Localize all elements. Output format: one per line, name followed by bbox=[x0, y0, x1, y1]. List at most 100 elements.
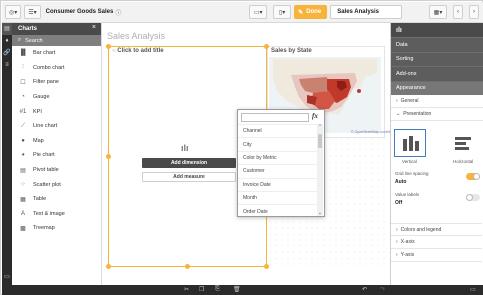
section-y-axis[interactable]: › Y-axis bbox=[391, 249, 482, 262]
chart-type-item[interactable]: ◔ Gauge bbox=[12, 90, 101, 105]
chart-type-item[interactable]: ⟋ Line chart bbox=[12, 119, 101, 134]
gridline-toggle[interactable] bbox=[466, 173, 480, 180]
dimension-option[interactable]: City bbox=[238, 137, 318, 150]
resize-handle[interactable] bbox=[106, 44, 111, 49]
bar-chart-icon: ılı bbox=[396, 26, 402, 34]
previous-sheet-button[interactable]: ‹ bbox=[453, 5, 463, 19]
chart-type-item[interactable]: #1 KPI bbox=[12, 104, 101, 119]
resize-handle[interactable] bbox=[106, 264, 111, 269]
cut-icon[interactable]: ✂ bbox=[184, 286, 189, 293]
app-title[interactable]: Consumer Goods Sales bbox=[46, 9, 114, 15]
sheet-thumbnails-button[interactable]: ▦ ▾ bbox=[429, 5, 447, 19]
info-icon[interactable]: ⓘ bbox=[115, 8, 121, 17]
chevron-down-icon: ▾ bbox=[439, 9, 443, 16]
treemap-icon: ▩ bbox=[20, 225, 26, 232]
dimension-option[interactable]: Invoice Date bbox=[238, 177, 318, 191]
monitor-button[interactable]: ▭ ▾ bbox=[249, 5, 268, 19]
chart-type-item[interactable]: ⫶ Combo chart bbox=[12, 61, 101, 76]
dimension-option[interactable]: Color by Metric bbox=[238, 150, 318, 164]
dropdown-scrollbar[interactable]: ⌃ ⌄ bbox=[317, 124, 323, 216]
pivot-table-icon: ▤ bbox=[20, 167, 26, 174]
chart-type-item[interactable]: ☐ Filter pane bbox=[12, 75, 101, 90]
add-dimension-button[interactable]: Add dimension bbox=[142, 158, 236, 168]
chart-type-item[interactable]: A Text & image bbox=[12, 207, 101, 222]
chart-type-list: ▐▌ Bar chart ⫶ Combo chart ☐ Filter pane ◔ Gaug… bbox=[12, 46, 101, 236]
dimension-option[interactable]: Month bbox=[238, 190, 318, 204]
bottom-toolbar: ✂ ❐ ⎘ 🗑 ↶ ↷ ▭ bbox=[12, 285, 483, 295]
orientation-horizontal-label: Horizontal bbox=[453, 159, 474, 164]
map-icon: ● bbox=[21, 137, 25, 144]
close-icon[interactable]: × bbox=[92, 24, 96, 31]
copy-icon[interactable]: ❐ bbox=[199, 286, 204, 293]
dimension-option[interactable]: Customer bbox=[238, 164, 318, 177]
chart-type-item[interactable]: ▐▌ Bar chart bbox=[12, 46, 101, 61]
next-sheet-button[interactable]: › bbox=[469, 5, 479, 19]
chart-type-label: Text & image bbox=[33, 210, 65, 217]
sheet-title[interactable]: Sales Analysis bbox=[107, 31, 165, 41]
paste-icon[interactable]: ⎘ bbox=[215, 286, 220, 293]
chart-type-item[interactable]: ▤ Pivot table bbox=[12, 163, 101, 178]
global-menu-button[interactable]: ☰ ▾ bbox=[24, 5, 41, 19]
navigation-menu-button[interactable]: ◎ ▾ bbox=[5, 5, 22, 19]
resize-handle[interactable] bbox=[264, 264, 269, 269]
done-button[interactable]: ✎ Done bbox=[294, 5, 328, 19]
scrollbar-thumb[interactable] bbox=[318, 134, 322, 148]
value-labels-toggle[interactable] bbox=[466, 194, 480, 201]
toggle-knob bbox=[466, 194, 473, 201]
section-x-axis[interactable]: › X-axis bbox=[391, 236, 482, 249]
resize-handle[interactable] bbox=[106, 154, 111, 159]
chart-type-item[interactable]: ▩ Treemap bbox=[12, 221, 101, 236]
properties-header: ılı bbox=[391, 23, 483, 37]
toggle-rail-icon[interactable]: ▭ bbox=[2, 271, 12, 283]
chart-type-label: Bar chart bbox=[33, 50, 56, 57]
kpi-icon: #1 bbox=[19, 108, 27, 115]
orientation-horizontal-button[interactable] bbox=[449, 129, 481, 157]
chevron-down-icon[interactable]: ⌄ bbox=[317, 210, 323, 216]
tab-sorting[interactable]: Sorting bbox=[391, 51, 483, 66]
tab-data[interactable]: Data bbox=[391, 37, 483, 52]
chart-type-item[interactable]: ⁘ Scatter plot bbox=[12, 177, 101, 192]
resize-handle[interactable] bbox=[185, 264, 190, 269]
database-rail-icon[interactable]: ≡ bbox=[2, 59, 12, 71]
line-chart-icon: ⟋ bbox=[20, 122, 26, 129]
chevron-down-icon: ▾ bbox=[259, 9, 263, 16]
sheet-name-field[interactable]: Sales Analysis bbox=[330, 5, 402, 19]
charts-rail-icon[interactable]: ▤ bbox=[2, 23, 12, 35]
section-presentation[interactable]: ⌄ Presentation bbox=[391, 108, 483, 121]
chevron-up-icon[interactable]: ⌃ bbox=[317, 124, 323, 130]
tab-appearance[interactable]: Appearance bbox=[391, 80, 483, 95]
gridline-value[interactable]: Auto bbox=[395, 179, 406, 185]
resize-handle[interactable] bbox=[264, 44, 269, 49]
search-placeholder: Search bbox=[25, 37, 43, 44]
chart-type-label: KPI bbox=[33, 108, 42, 115]
fields-rail-icon[interactable]: ♦ bbox=[2, 35, 12, 47]
section-colors-legend[interactable]: › Colors and legend bbox=[391, 223, 482, 236]
undo-icon[interactable]: ↶ bbox=[362, 286, 367, 293]
expression-editor-button[interactable]: fx bbox=[312, 112, 318, 120]
section-colors-legend-label: Colors and legend bbox=[400, 226, 442, 233]
chevron-right-icon: › bbox=[473, 9, 475, 15]
section-presentation-label: Presentation bbox=[403, 111, 432, 117]
dimension-option[interactable]: Order Date bbox=[238, 204, 318, 217]
tab-add-ons[interactable]: Add-ons bbox=[391, 66, 483, 81]
bar-chart-icon: ılı bbox=[181, 143, 189, 153]
chart-title-placeholder[interactable]: ○ Click to add title bbox=[112, 48, 164, 54]
charts-panel-header: Charts × bbox=[12, 23, 101, 35]
dimension-search-input[interactable] bbox=[241, 113, 309, 122]
value-labels-value[interactable]: Off bbox=[395, 200, 402, 206]
chart-type-item[interactable]: ◕ Pie chart bbox=[12, 148, 101, 163]
add-measure-button[interactable]: Add measure bbox=[142, 172, 236, 182]
chart-type-item[interactable]: ● Map bbox=[12, 134, 101, 149]
chevron-down-icon: ▾ bbox=[282, 9, 286, 16]
dimension-option[interactable]: Channel bbox=[238, 124, 318, 137]
delete-icon[interactable]: 🗑 bbox=[233, 286, 241, 293]
section-y-axis-label: Y-axis bbox=[400, 252, 415, 258]
device-button[interactable]: ▯ ▾ bbox=[273, 5, 292, 19]
section-general[interactable]: › General bbox=[391, 95, 483, 108]
orientation-vertical-button[interactable] bbox=[394, 129, 426, 157]
chart-search-input[interactable]: ⌕ Search bbox=[12, 35, 101, 46]
redo-icon[interactable]: ↷ bbox=[380, 286, 385, 293]
master-items-rail-icon[interactable]: 🔗 bbox=[2, 47, 12, 59]
chart-type-item[interactable]: ▦ Table bbox=[12, 192, 101, 207]
toggle-properties-icon[interactable]: ▭ bbox=[470, 286, 476, 293]
